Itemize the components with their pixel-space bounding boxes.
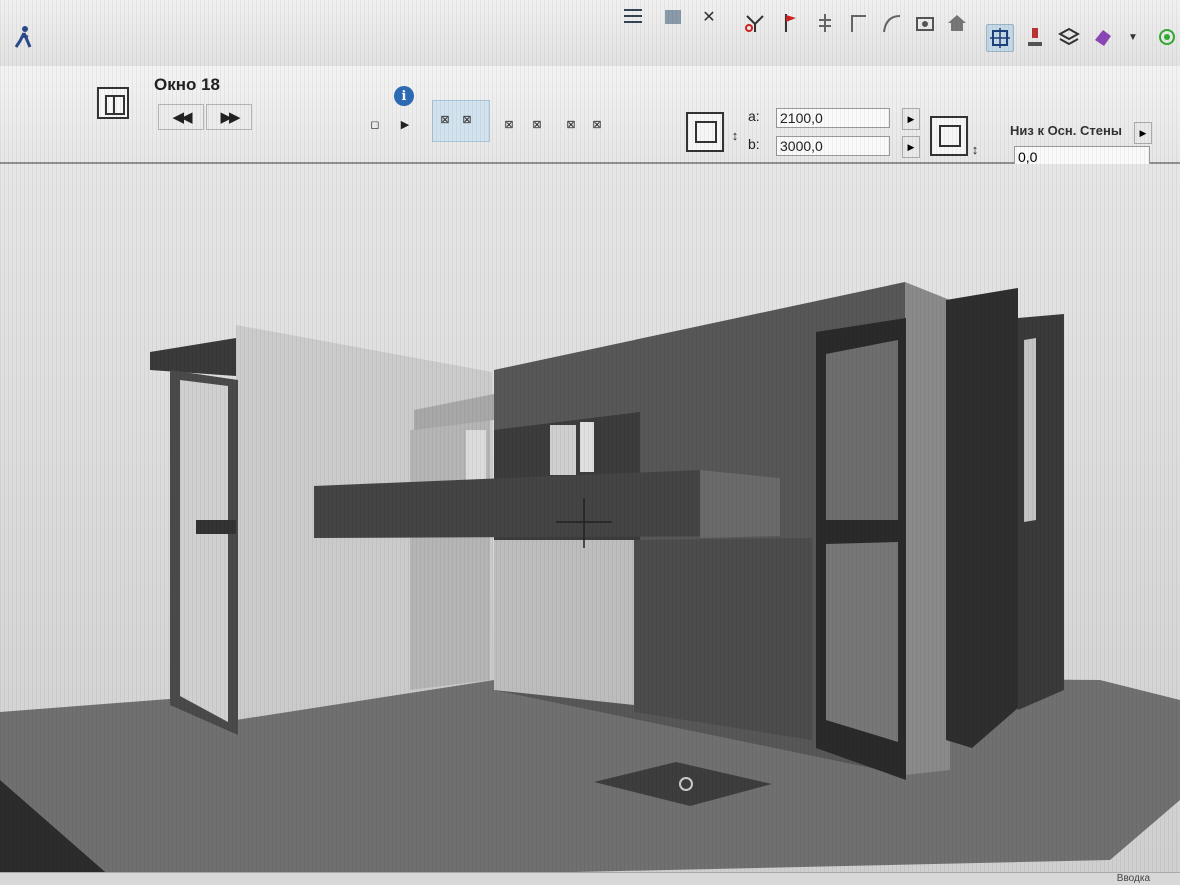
- upper-window-b: [580, 422, 594, 472]
- ground-floor-glazing: [494, 540, 634, 705]
- cantilever-beam-end: [700, 470, 780, 538]
- building-model[interactable]: [0, 0, 1180, 885]
- upper-window-a: [550, 425, 576, 475]
- archicad-window: ✕ ▼ Окно 18 ◀◀ ▶▶ i ◻ ▶ ⊠ ⊠ ⊠ ⊠ ⊠ ⊠ ↕ a:…: [0, 0, 1180, 885]
- ground-floor-wall: [634, 538, 812, 740]
- status-bar: Вводка: [0, 872, 1180, 885]
- right-window-lower: [826, 542, 898, 742]
- right-column: [946, 288, 1018, 748]
- left-window-glass: [180, 380, 228, 722]
- left-window-transom: [196, 520, 236, 534]
- far-window: [1024, 338, 1036, 522]
- upper-window-c: [466, 430, 486, 480]
- right-window-upper: [826, 340, 898, 520]
- main-block-side: [905, 282, 950, 775]
- status-right-text: Вводка: [1116, 873, 1150, 884]
